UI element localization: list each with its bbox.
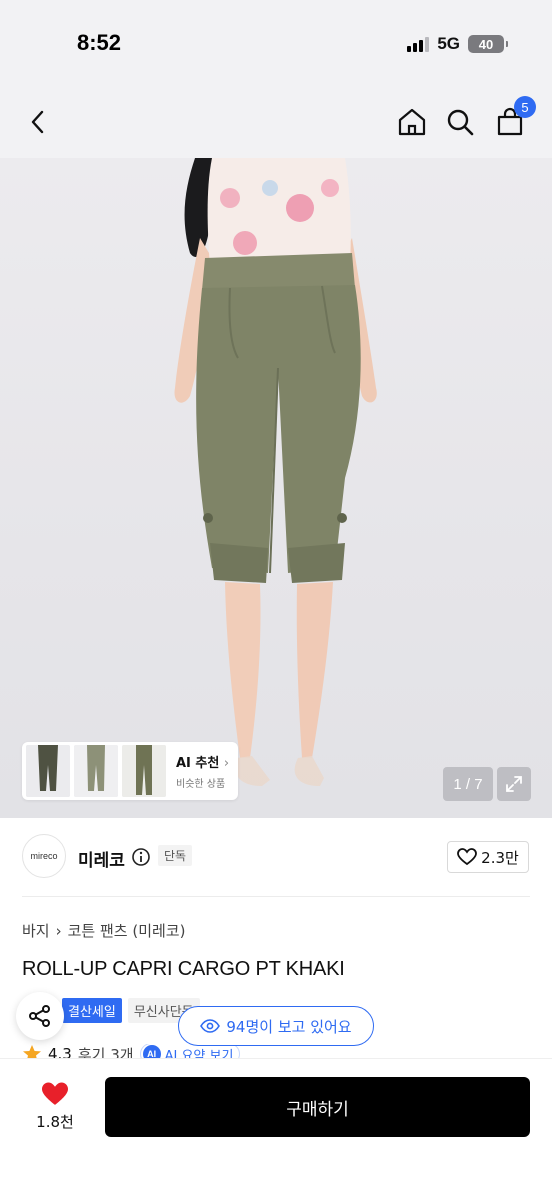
home-button[interactable] bbox=[392, 102, 432, 142]
viewers-indicator: 94명이 보고 있어요 bbox=[178, 1006, 374, 1046]
signal-icon bbox=[407, 36, 430, 52]
buy-button[interactable]: 구매하기 bbox=[105, 1077, 530, 1137]
brand-name[interactable]: 미레코 bbox=[78, 846, 125, 871]
breadcrumb-category[interactable]: 바지 bbox=[22, 920, 50, 941]
back-button[interactable] bbox=[18, 102, 58, 142]
product-photo bbox=[174, 158, 377, 786]
battery-icon: 40 bbox=[468, 35, 508, 53]
thumbnail-3[interactable] bbox=[122, 745, 166, 797]
bottom-purchase-bar: 1.8천 구매하기 bbox=[0, 1058, 552, 1200]
divider bbox=[22, 896, 530, 897]
thumbnail-image bbox=[26, 745, 70, 797]
viewers-text: 94명이 보고 있어요 bbox=[226, 1017, 352, 1036]
ai-recommend-subtitle: 비슷한 상품 bbox=[176, 779, 226, 790]
heart-filled-icon bbox=[42, 1082, 68, 1105]
back-arrow-icon bbox=[31, 110, 44, 134]
brand-row: mireco 미레코 단독 2.3만 bbox=[0, 818, 552, 896]
network-label: 5G bbox=[437, 34, 460, 53]
brand-like-button[interactable]: 2.3만 bbox=[447, 841, 529, 873]
product-image-gallery[interactable]: AI 추천 › 비슷한 상품 1 / 7 bbox=[0, 158, 552, 818]
eye-icon bbox=[200, 1019, 221, 1033]
brand-like-count: 2.3만 bbox=[481, 848, 519, 867]
home-icon bbox=[398, 108, 426, 136]
sale-badge: 결산세일 bbox=[62, 998, 122, 1023]
ai-recommend-link[interactable]: AI 추천 › 비슷한 상품 bbox=[176, 752, 229, 790]
status-indicators: 5G 40 bbox=[407, 34, 508, 54]
thumbnail-image bbox=[74, 745, 118, 797]
chevron-right-icon: › bbox=[55, 921, 62, 940]
status-bar: 8:52 5G 40 bbox=[0, 0, 552, 90]
product-title: ROLL-UP CAPRI CARGO PT KHAKI bbox=[22, 958, 345, 980]
brand-logo[interactable]: mireco bbox=[22, 834, 66, 878]
chevron-right-icon: › bbox=[223, 756, 230, 771]
thumbnail-2[interactable] bbox=[74, 745, 118, 797]
status-time: 8:52 bbox=[77, 30, 122, 55]
image-counter: 1 / 7 bbox=[443, 767, 493, 801]
wishlist-count: 1.8천 bbox=[36, 1113, 74, 1131]
ai-recommend-title: AI 추천 bbox=[176, 756, 220, 771]
search-icon bbox=[447, 109, 474, 136]
thumbnail-1[interactable] bbox=[26, 745, 70, 797]
similar-products-card[interactable]: AI 추천 › 비슷한 상품 bbox=[22, 742, 238, 800]
exclusive-badge: 단독 bbox=[158, 845, 193, 866]
wishlist-button[interactable]: 1.8천 bbox=[24, 1081, 86, 1132]
expand-icon bbox=[506, 776, 522, 792]
expand-image-button[interactable] bbox=[497, 767, 531, 801]
thumbnail-image bbox=[122, 745, 166, 797]
info-icon[interactable] bbox=[131, 847, 151, 867]
heart-outline-icon bbox=[457, 848, 478, 866]
share-button[interactable] bbox=[16, 992, 64, 1040]
search-button[interactable] bbox=[440, 102, 480, 142]
cart-button[interactable]: 5 bbox=[490, 96, 536, 142]
breadcrumb-subcategory[interactable]: 코튼 팬츠 (미레코) bbox=[68, 920, 186, 941]
top-nav-bar: 5 bbox=[0, 90, 552, 158]
share-icon bbox=[29, 1005, 50, 1027]
cart-count-badge: 5 bbox=[514, 96, 536, 118]
breadcrumb: 바지 › 코튼 팬츠 (미레코) bbox=[22, 920, 185, 941]
